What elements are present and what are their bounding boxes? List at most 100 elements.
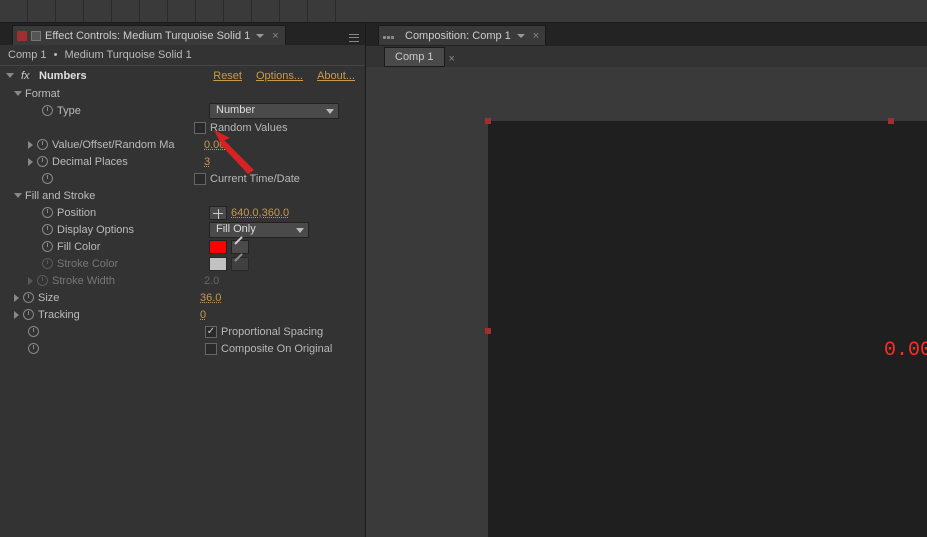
tracking-input[interactable]: 0 [200, 309, 206, 321]
comp-sub-tab-label: Comp 1 [395, 51, 434, 63]
stopwatch-icon[interactable] [42, 173, 53, 184]
panel-menu-icon[interactable] [347, 31, 361, 45]
layer-handle[interactable] [485, 328, 491, 334]
stopwatch-icon[interactable] [28, 343, 39, 354]
stroke-width-input: 2.0 [204, 275, 219, 287]
breadcrumb-comp[interactable]: Comp 1 [8, 49, 47, 61]
options-link[interactable]: Options... [256, 70, 303, 82]
toolbar-button[interactable] [168, 0, 196, 22]
stopwatch-icon[interactable] [42, 258, 53, 269]
toolbar-button[interactable] [56, 0, 84, 22]
close-tab-icon[interactable]: × [272, 30, 278, 42]
disclosure-triangle-icon[interactable] [28, 277, 33, 285]
stroke-color-label: Stroke Color [57, 258, 207, 270]
panel-tab-row: Composition: Comp 1 × [366, 23, 927, 45]
tab-title: Effect Controls: Medium Turquoise Solid … [45, 30, 250, 42]
composite-original-label: Composite On Original [221, 343, 332, 355]
about-link[interactable]: About... [317, 70, 355, 82]
position-label: Position [57, 207, 207, 219]
crosshair-icon[interactable] [209, 206, 227, 220]
type-value: Number [216, 104, 255, 116]
fx-badge-icon[interactable]: fx [21, 70, 35, 82]
display-options-dropdown[interactable]: Fill Only [209, 222, 309, 238]
stopwatch-icon[interactable] [37, 156, 48, 167]
position-input[interactable]: 640.0,360.0 [231, 207, 289, 219]
effect-controls-tab[interactable]: Effect Controls: Medium Turquoise Solid … [12, 25, 286, 45]
random-values-label: Random Values [210, 122, 287, 134]
stroke-width-label: Stroke Width [52, 275, 202, 287]
app-toolbar [0, 0, 927, 23]
stopwatch-icon[interactable] [23, 309, 34, 320]
reset-link[interactable]: Reset [213, 70, 242, 82]
composition-tab[interactable]: Composition: Comp 1 × [378, 25, 546, 45]
effect-header[interactable]: fx Numbers Reset Options... About... [0, 65, 365, 85]
panel-doc-icon [31, 31, 41, 41]
solid-layer[interactable]: 0.000 [488, 121, 927, 537]
effect-controls-panel: Effect Controls: Medium Turquoise Solid … [0, 23, 366, 537]
current-time-checkbox[interactable] [194, 173, 206, 185]
close-tab-icon[interactable]: × [533, 30, 539, 42]
comp-tab-title: Composition: Comp 1 [405, 30, 511, 42]
size-input[interactable]: 36.0 [200, 292, 221, 304]
breadcrumb-layer[interactable]: Medium Turquoise Solid 1 [65, 49, 192, 61]
eyedropper-icon [231, 257, 249, 271]
layer-color-icon [17, 31, 27, 41]
comp-sub-tab-row: Comp 1 × [366, 45, 927, 67]
proportional-spacing-checkbox[interactable] [205, 326, 217, 338]
toolbar-button[interactable] [196, 0, 224, 22]
dropdown-triangle-icon[interactable] [256, 34, 264, 38]
toolbar-button[interactable] [140, 0, 168, 22]
display-options-label: Display Options [57, 224, 207, 236]
breadcrumb: Comp 1 • Medium Turquoise Solid 1 [0, 45, 365, 65]
type-dropdown[interactable]: Number [209, 103, 339, 119]
layer-handle[interactable] [485, 118, 491, 124]
decimal-places-input[interactable]: 3 [204, 156, 210, 168]
disclosure-triangle-icon[interactable] [28, 141, 33, 149]
toolbar-button[interactable] [28, 0, 56, 22]
composition-icon [383, 31, 397, 41]
eyedropper-icon[interactable] [231, 240, 249, 254]
panel-tab-row: Effect Controls: Medium Turquoise Solid … [0, 23, 365, 45]
tracking-label: Tracking [38, 309, 198, 321]
stopwatch-icon[interactable] [28, 326, 39, 337]
disclosure-triangle-icon[interactable] [14, 91, 22, 96]
decimal-places-label: Decimal Places [52, 156, 202, 168]
toolbar-button[interactable] [0, 0, 28, 22]
toolbar-button[interactable] [280, 0, 308, 22]
current-time-label: Current Time/Date [210, 173, 300, 185]
disclosure-triangle-icon[interactable] [28, 158, 33, 166]
composite-original-checkbox[interactable] [205, 343, 217, 355]
toolbar-button[interactable] [112, 0, 140, 22]
fill-color-swatch[interactable] [209, 240, 227, 254]
toolbar-button[interactable] [224, 0, 252, 22]
stroke-color-swatch [209, 257, 227, 271]
dropdown-triangle-icon[interactable] [517, 34, 525, 38]
stopwatch-icon[interactable] [42, 105, 53, 116]
toolbar-button[interactable] [84, 0, 112, 22]
stopwatch-icon[interactable] [42, 241, 53, 252]
disclosure-triangle-icon[interactable] [14, 311, 19, 319]
toolbar-button[interactable] [308, 0, 336, 22]
composition-panel: Composition: Comp 1 × Comp 1 × 0.000 [366, 23, 927, 537]
proportional-spacing-label: Proportional Spacing [221, 326, 323, 338]
close-sub-tab-icon[interactable]: × [449, 53, 455, 65]
stopwatch-icon[interactable] [37, 275, 48, 286]
disclosure-triangle-icon[interactable] [14, 193, 22, 198]
random-values-checkbox[interactable] [194, 122, 206, 134]
type-label: Type [57, 105, 207, 117]
stopwatch-icon[interactable] [23, 292, 34, 303]
disclosure-triangle-icon[interactable] [14, 294, 19, 302]
composition-viewer[interactable]: 0.000 [366, 67, 927, 537]
value-offset-label: Value/Offset/Random Ma [52, 139, 202, 151]
chevron-down-icon [296, 228, 304, 233]
group-fill-stroke-label: Fill and Stroke [25, 190, 175, 202]
value-offset-input[interactable]: 0.00 [204, 139, 225, 151]
stopwatch-icon[interactable] [42, 224, 53, 235]
disclosure-triangle-icon[interactable] [6, 73, 14, 78]
stopwatch-icon[interactable] [37, 139, 48, 150]
stopwatch-icon[interactable] [42, 207, 53, 218]
toolbar-button[interactable] [252, 0, 280, 22]
layer-handle[interactable] [888, 118, 894, 124]
rendered-number: 0.000 [884, 339, 927, 362]
comp-sub-tab[interactable]: Comp 1 [384, 47, 445, 67]
